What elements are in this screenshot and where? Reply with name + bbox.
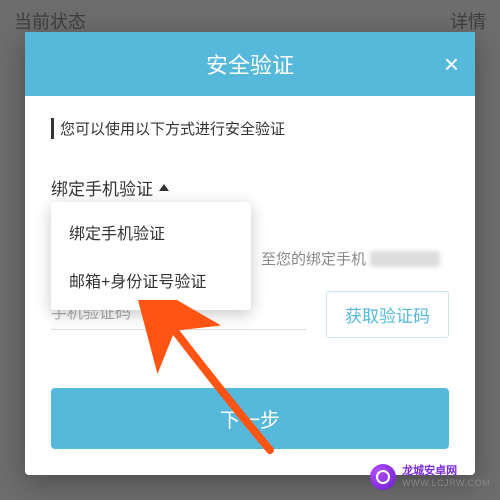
dropdown-panel: 绑定手机验证 邮箱+身份证号验证: [51, 202, 251, 310]
close-icon[interactable]: ×: [444, 51, 459, 77]
watermark: 龙城安卓网 WWW.LCJRW.COM: [370, 464, 490, 490]
get-code-button[interactable]: 获取验证码: [326, 291, 449, 338]
watermark-logo-icon: [370, 464, 396, 490]
next-button[interactable]: 下一步: [51, 388, 449, 449]
masked-phone: [370, 251, 440, 267]
dropdown-selected-label: 绑定手机验证: [51, 175, 153, 200]
modal-title: 安全验证: [206, 53, 294, 78]
dropdown-option-phone[interactable]: 绑定手机验证: [51, 208, 251, 256]
modal-header: 安全验证 ×: [25, 32, 475, 96]
caret-up-icon: [159, 184, 169, 191]
modal-body: 您可以使用以下方式进行安全验证 绑定手机验证 绑定手机验证 邮箱+身份证号验证 …: [25, 96, 475, 475]
hint-suffix: 至您的绑定手机: [261, 248, 366, 269]
dropdown-option-email-id[interactable]: 邮箱+身份证号验证: [51, 256, 251, 304]
watermark-url: WWW.LCJRW.COM: [402, 478, 490, 489]
verify-method-dropdown[interactable]: 绑定手机验证: [51, 175, 169, 200]
security-verify-modal: 安全验证 × 您可以使用以下方式进行安全验证 绑定手机验证 绑定手机验证 邮箱+…: [25, 32, 475, 475]
watermark-name: 龙城安卓网: [402, 465, 490, 478]
instruction-text: 您可以使用以下方式进行安全验证: [51, 118, 449, 139]
